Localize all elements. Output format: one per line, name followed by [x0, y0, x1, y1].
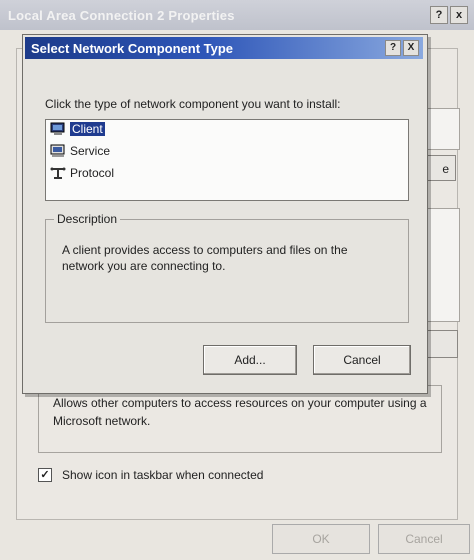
parent-help-button[interactable]: ? [430, 6, 448, 24]
show-icon-checkbox[interactable]: ✓ [38, 468, 52, 482]
description-text: A client provides access to computers an… [62, 243, 348, 273]
parent-connect-using-field [426, 108, 460, 150]
parent-title-buttons: ? x [430, 6, 468, 24]
description-group-label: Description [54, 212, 121, 226]
dialog-prompt: Click the type of network component you … [45, 97, 341, 111]
show-icon-label: Show icon in taskbar when connected [62, 468, 264, 482]
show-icon-row[interactable]: ✓ Show icon in taskbar when connected [38, 468, 263, 482]
component-type-list[interactable]: Client Service Protocol [45, 119, 409, 201]
dialog-help-button[interactable]: ? [385, 40, 401, 56]
select-component-dialog: Select Network Component Type ? X Click … [22, 34, 428, 394]
parent-window-title: Local Area Connection 2 Properties [8, 8, 235, 23]
description-group: Description A client provides access to … [45, 212, 409, 323]
list-item-label: Protocol [70, 166, 115, 180]
dialog-close-button[interactable]: X [403, 40, 419, 56]
service-computer-icon [50, 144, 66, 158]
dialog-titlebar: Select Network Component Type ? X [25, 37, 423, 59]
parent-ok-button[interactable]: OK [272, 524, 370, 554]
list-item-service[interactable]: Service [50, 144, 110, 158]
list-item-client[interactable]: Client [50, 122, 105, 136]
cancel-button[interactable]: Cancel [313, 345, 411, 375]
parent-titlebar: Local Area Connection 2 Properties ? x [0, 0, 474, 30]
dialog-title-buttons: ? X [385, 40, 419, 56]
parent-description-text: Allows other computers to access resourc… [53, 396, 427, 428]
dialog-title: Select Network Component Type [31, 41, 234, 56]
parent-description-box: Allows other computers to access resourc… [38, 385, 442, 453]
list-item-label: Client [70, 122, 105, 136]
protocol-network-icon [50, 166, 66, 180]
parent-close-button[interactable]: x [450, 6, 468, 24]
add-button[interactable]: Add... [203, 345, 297, 375]
list-item-protocol[interactable]: Protocol [50, 166, 114, 180]
client-computer-icon [50, 122, 66, 136]
list-item-label: Service [70, 144, 111, 158]
parent-cancel-button[interactable]: Cancel [378, 524, 470, 554]
